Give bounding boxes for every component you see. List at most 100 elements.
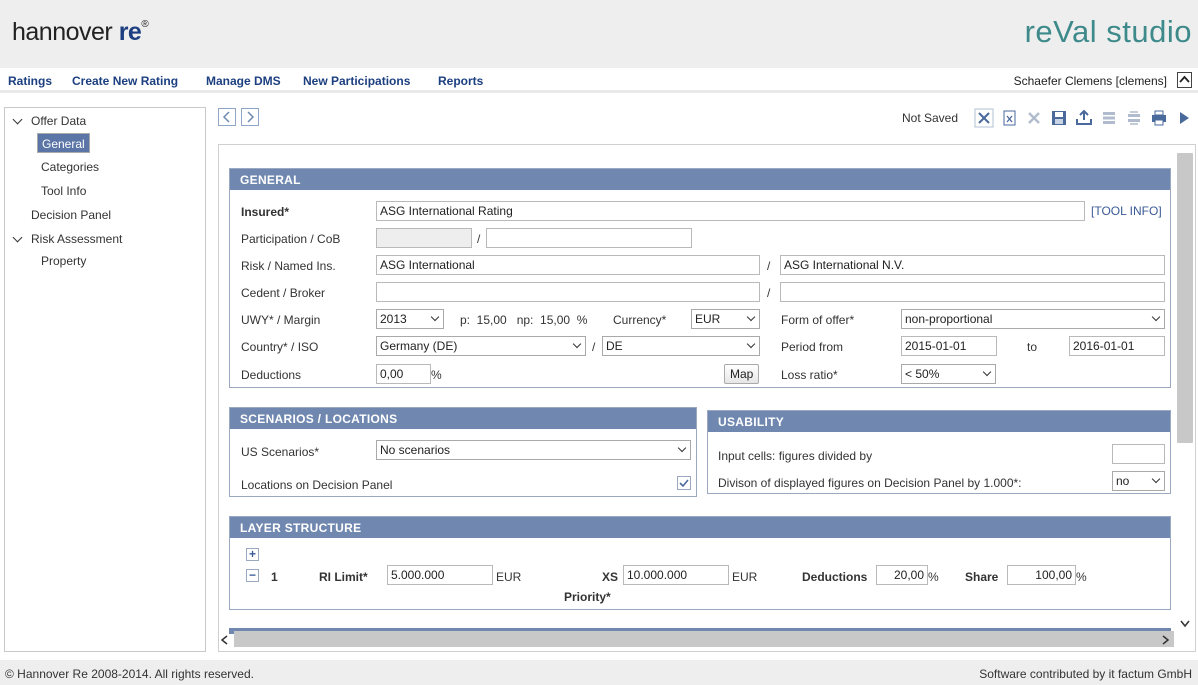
- registered-mark: ®: [141, 18, 149, 30]
- horizontal-scroll-thumb[interactable]: [234, 631, 1174, 647]
- iso-select[interactable]: DE: [602, 336, 760, 356]
- risk-field[interactable]: ASG International: [376, 255, 760, 275]
- input-cells-label: Input cells: figures divided by: [718, 449, 873, 463]
- map-button[interactable]: Map: [724, 364, 760, 384]
- refresh-icon: [1128, 111, 1140, 125]
- chevron-down-icon: [746, 339, 756, 349]
- form-pane: GENERAL Insured* ASG International Ratin…: [218, 144, 1196, 652]
- currency-value: EUR: [695, 312, 721, 326]
- remove-layer-button[interactable]: −: [246, 569, 259, 582]
- chevron-right-icon: [247, 111, 255, 123]
- named-ins-field[interactable]: ASG International N.V.: [780, 255, 1165, 275]
- risk-label: Risk / Named Ins.: [241, 259, 336, 273]
- next-button[interactable]: [1174, 108, 1194, 128]
- tree-offer-data[interactable]: Offer Data: [31, 114, 86, 128]
- nav-reports[interactable]: Reports: [438, 74, 483, 88]
- stack-icon: [1103, 112, 1115, 124]
- layer-deductions-field[interactable]: 20,00: [876, 565, 928, 585]
- add-layer-button[interactable]: +: [246, 548, 259, 561]
- country-select[interactable]: Germany (DE): [376, 336, 586, 356]
- main-content: Not Saved GENERAL Insured* ASG Internati…: [216, 107, 1198, 652]
- footer: © Hannover Re 2008-2014. All rights rese…: [0, 660, 1198, 685]
- iso-value: DE: [606, 339, 623, 353]
- participation-label: Participation / CoB: [241, 232, 341, 246]
- delete-button[interactable]: [1024, 108, 1044, 128]
- forward-button[interactable]: [241, 108, 259, 126]
- collapse-header-button[interactable]: [1177, 72, 1192, 88]
- chevron-down-icon: [1151, 474, 1161, 484]
- vertical-scroll-thumb[interactable]: [1177, 153, 1193, 443]
- division-select[interactable]: no: [1112, 471, 1165, 491]
- save-button[interactable]: [1049, 108, 1069, 128]
- tree-property[interactable]: Property: [41, 254, 86, 268]
- usability-section: USABILITY Input cells: figures divided b…: [707, 410, 1171, 494]
- scenarios-section-title: SCENARIOS / LOCATIONS: [230, 408, 696, 429]
- tree-tool-info[interactable]: Tool Info: [41, 184, 86, 198]
- share-label: Share: [965, 570, 999, 584]
- print-button[interactable]: [1149, 108, 1169, 128]
- upload-button[interactable]: [1074, 108, 1094, 128]
- refresh-button[interactable]: [1124, 108, 1144, 128]
- period-to-field[interactable]: 2016-01-01: [1069, 336, 1165, 356]
- ri-limit-label: RI Limit*: [319, 570, 368, 584]
- period-from-label: Period from: [781, 340, 844, 354]
- upload-icon: [1076, 109, 1092, 125]
- deductions-field[interactable]: 0,00: [376, 364, 431, 384]
- chevron-up-icon: [1179, 75, 1190, 83]
- copyright-text: © Hannover Re 2008-2014. All rights rese…: [5, 667, 254, 681]
- logo-text: hannover: [12, 18, 113, 46]
- slash-separator: /: [592, 340, 596, 354]
- stack-button[interactable]: [1099, 108, 1119, 128]
- tree-decision-panel[interactable]: Decision Panel: [31, 208, 111, 222]
- ri-limit-field[interactable]: 5.000.000: [387, 565, 493, 585]
- uwy-select[interactable]: 2013: [376, 309, 444, 329]
- tool-info-link[interactable]: [TOOL INFO]: [1091, 204, 1162, 218]
- close-button[interactable]: [974, 108, 994, 128]
- locations-checkbox[interactable]: [677, 476, 691, 490]
- currency-select[interactable]: EUR: [691, 309, 760, 329]
- layer-section-title: LAYER STRUCTURE: [230, 517, 1170, 538]
- nav-ratings[interactable]: Ratings: [8, 74, 52, 88]
- broker-field[interactable]: [780, 282, 1165, 302]
- loss-ratio-select[interactable]: < 50%: [901, 364, 996, 384]
- insured-label: Insured*: [241, 205, 290, 219]
- currency-label: Currency*: [613, 313, 667, 327]
- form-of-offer-select[interactable]: non-proportional: [901, 309, 1165, 329]
- insured-field[interactable]: ASG International Rating: [376, 201, 1085, 221]
- sidebar-tree: Offer Data General Categories Tool Info …: [4, 107, 206, 652]
- layer-number: 1: [271, 570, 278, 584]
- period-from-field[interactable]: 2015-01-01: [901, 336, 997, 356]
- us-scenarios-select[interactable]: No scenarios: [376, 440, 691, 460]
- chevron-down-icon[interactable]: [12, 232, 23, 243]
- period-to-label: to: [1027, 340, 1038, 354]
- nav-create-new-rating[interactable]: Create New Rating: [72, 74, 178, 88]
- nav-new-participations[interactable]: New Participations: [303, 74, 410, 88]
- chevron-down-icon[interactable]: [12, 114, 23, 125]
- cob-field[interactable]: [486, 228, 692, 248]
- country-value: Germany (DE): [380, 339, 458, 353]
- cedent-field[interactable]: [376, 282, 760, 302]
- cedent-label: Cedent / Broker: [241, 286, 326, 300]
- tree-general[interactable]: General: [37, 133, 90, 153]
- layer-deductions-label: Deductions: [802, 570, 868, 584]
- division-value: no: [1116, 474, 1130, 488]
- close-icon: [974, 108, 994, 128]
- tree-risk-assessment[interactable]: Risk Assessment: [31, 232, 122, 246]
- ri-limit-currency: EUR: [496, 570, 522, 584]
- chevron-right-icon[interactable]: [1160, 634, 1170, 646]
- main-nav: Ratings Create New Rating Manage DMS New…: [0, 68, 1198, 93]
- vertical-scrollbar[interactable]: [1177, 153, 1193, 633]
- chevron-down-icon: [572, 339, 582, 349]
- nav-manage-dms[interactable]: Manage DMS: [206, 74, 281, 88]
- input-cells-field[interactable]: [1112, 444, 1165, 464]
- back-button[interactable]: [218, 108, 236, 126]
- xs-field[interactable]: 10.000.000: [623, 565, 729, 585]
- share-field[interactable]: 100,00: [1007, 565, 1076, 585]
- save-status: Not Saved: [902, 111, 959, 125]
- xs-label: XS: [602, 570, 619, 584]
- chevron-left-icon[interactable]: [220, 634, 230, 646]
- export-excel-button[interactable]: [999, 108, 1019, 128]
- layer-structure-section: LAYER STRUCTURE + − 1 RI Limit* 5.000.00…: [229, 516, 1171, 610]
- chevron-down-icon[interactable]: [1179, 619, 1191, 629]
- tree-categories[interactable]: Categories: [41, 160, 99, 174]
